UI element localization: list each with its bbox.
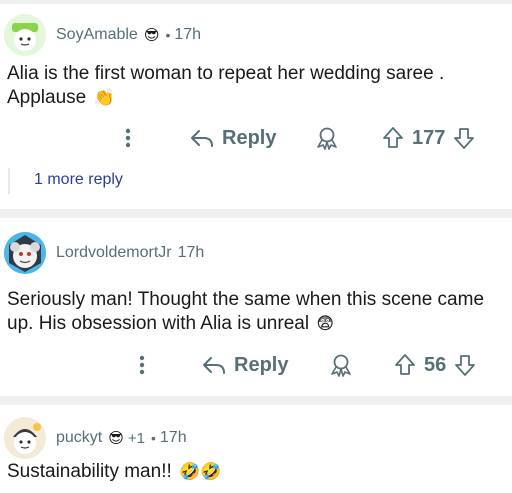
- clapping-hands-emoji-icon: 👏: [93, 88, 115, 107]
- award-icon: [331, 354, 351, 377]
- username[interactable]: LordvoldemortJr: [56, 244, 172, 262]
- vote-score: 177: [412, 126, 446, 149]
- comment-text: Seriously man! Thought the same when thi…: [7, 289, 485, 334]
- comment-header: puckyt 😎 +1 • 17h: [4, 417, 187, 459]
- timestamp: 17h: [177, 244, 205, 261]
- vote-controls: 56: [394, 345, 476, 385]
- reply-button[interactable]: Reply: [190, 118, 276, 158]
- comment-body: Seriously man! Thought the same when thi…: [7, 288, 502, 336]
- reply-label: Reply: [234, 353, 289, 376]
- vertical-dots-icon: [125, 128, 131, 148]
- comment: LordvoldemortJr 17h Seriously man! Thoug…: [0, 218, 512, 398]
- comment: puckyt 😎 +1 • 17h Sustainability man!! 🤣…: [0, 405, 512, 493]
- more-options-button[interactable]: [118, 118, 138, 158]
- timestamp: 17h: [174, 26, 202, 43]
- comment-header: LordvoldemortJr 17h: [4, 232, 204, 274]
- username[interactable]: puckyt: [56, 429, 102, 447]
- sunglasses-emoji-icon: 😎: [143, 26, 160, 44]
- comment-body: Alia is the first woman to repeat her we…: [7, 62, 502, 110]
- downvote-arrow-icon[interactable]: [453, 126, 475, 150]
- comment-actions: Reply 177: [0, 118, 512, 158]
- comment-actions: Reply 56: [0, 345, 512, 385]
- timestamp: 17h: [159, 429, 187, 446]
- vote-score: 56: [424, 353, 447, 376]
- sunglasses-emoji-icon: 😎: [108, 429, 124, 447]
- comment-separator: [0, 209, 512, 218]
- reply-label: Reply: [222, 126, 277, 149]
- more-replies-link[interactable]: 1 more reply: [34, 171, 123, 189]
- comment-text: Alia is the first woman to repeat her we…: [7, 63, 445, 108]
- comment-header: SoyAmable 😎 • 17h: [4, 14, 201, 56]
- award-icon: [317, 127, 337, 150]
- reply-arrow-icon: [203, 357, 225, 374]
- username[interactable]: SoyAmable: [56, 26, 138, 44]
- rolling-laughing-emoji-icon: 🤣🤣: [179, 462, 222, 481]
- comment-separator: [0, 396, 512, 405]
- flair-extra-count: +1: [127, 429, 145, 447]
- reply-button[interactable]: Reply: [202, 345, 288, 385]
- comment-text: Sustainability man!!: [7, 461, 172, 482]
- vertical-dots-icon: [139, 355, 145, 375]
- avatar[interactable]: [4, 417, 46, 459]
- award-button[interactable]: [314, 118, 340, 158]
- time-separator: •: [151, 430, 156, 446]
- downvote-arrow-icon[interactable]: [454, 353, 476, 377]
- reply-arrow-icon: [191, 130, 213, 147]
- fearful-face-emoji-icon: 😨: [316, 314, 335, 333]
- thread-line: [8, 168, 10, 194]
- time-separator: •: [165, 27, 171, 43]
- upvote-arrow-icon[interactable]: [382, 126, 404, 150]
- avatar[interactable]: [4, 232, 46, 274]
- award-button[interactable]: [328, 345, 354, 385]
- comment-body: Sustainability man!! 🤣🤣: [7, 460, 502, 484]
- more-options-button[interactable]: [132, 345, 152, 385]
- upvote-arrow-icon[interactable]: [394, 353, 416, 377]
- comment: SoyAmable 😎 • 17h Alia is the first woma…: [0, 0, 512, 210]
- vote-controls: 177: [382, 118, 475, 158]
- avatar[interactable]: [4, 14, 46, 56]
